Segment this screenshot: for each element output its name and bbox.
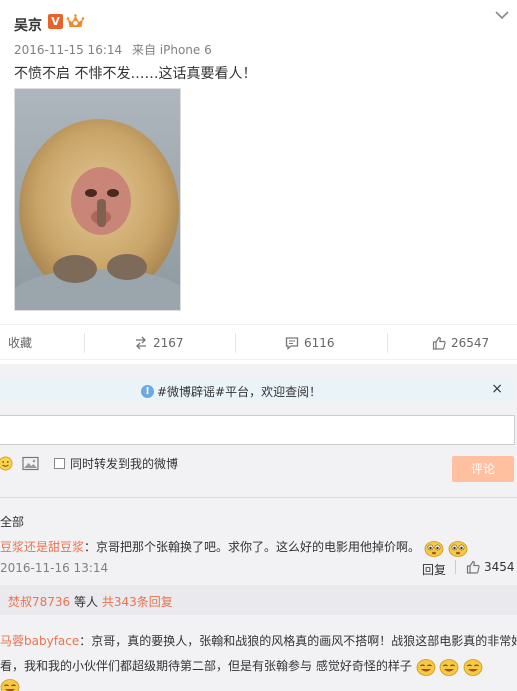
comment-body: 马蓉babyface：京哥，真的要换人，张翰和战狼的风格真的画风不搭啊！战狼这部… [0,632,517,649]
sub-replies-box[interactable]: 焚叔78736 等人 共343条回复 [0,585,517,615]
close-icon[interactable]: × [491,381,503,397]
post-image[interactable] [14,88,181,311]
comment-button[interactable]: 6116 [285,325,335,361]
sub-reply-count[interactable]: 共343条回复 [102,595,173,609]
comment-icon [285,337,299,350]
rumor-notice-banner: ! #微博辟谣#平台，欢迎查阅！ × [0,378,515,402]
divider [0,497,517,498]
comment-count: 6116 [304,336,335,350]
divider [455,560,456,574]
action-divider [235,333,236,353]
comment-username[interactable]: 豆浆还是甜豆浆 [0,540,84,554]
comment-body-continued: 看，我和我的小伙伴们都超级期待第二部，但是有张翰参与 感觉好奇怪的样子 [0,657,483,676]
sub-reply-connector: 等人 [70,595,102,609]
image-icon[interactable] [22,456,39,471]
laughing-emoji-icon [463,658,483,676]
member-crown-icon [66,14,85,27]
comment-text: ：京哥，真的要换人，张翰和战狼的风格真的画风不搭啊！战狼这部电影真的非常好 [79,634,517,648]
thumbs-up-icon [466,560,480,574]
like-count: 26547 [451,336,490,350]
sub-replies-summary: 焚叔78736 等人 共343条回复 [8,593,173,610]
crying-emoji-icon [448,540,468,557]
laughing-emoji-icon [0,679,20,691]
post-timestamp[interactable]: 2016-11-15 16:14 [14,43,122,57]
action-divider [387,333,388,353]
verified-badge-icon: V [48,14,63,29]
comment-input[interactable] [0,415,515,445]
reply-button[interactable]: 回复 [422,561,446,578]
laughing-emoji-icon [440,658,459,676]
emoji-icon[interactable] [0,456,13,471]
favorite-button[interactable]: 收藏 [8,325,32,361]
comment-text: 看，我和我的小伙伴们都超级期待第二部，但是有张翰参与 感觉好奇怪的样子 [0,659,412,673]
crying-emoji-icon [424,540,444,557]
post-meta: 2016-11-15 16:14 来自 iPhone 6 [14,41,212,58]
thumbs-up-icon [432,336,446,350]
monkey-photo [15,89,180,310]
post-action-bar: 收藏 2167 6116 26547 [0,324,517,360]
like-button[interactable]: 26547 [432,325,489,361]
info-icon: ! [141,385,154,398]
repost-checkbox[interactable] [54,458,65,469]
post-source: 来自 iPhone 6 [131,43,212,57]
repost-icon [136,336,146,350]
action-divider [84,333,85,353]
comment-body-continued [0,678,20,691]
comment-text: ：京哥把那个张翰换了吧。求你了。这么好的电影用他掉价啊。 [84,540,421,554]
comment-time: 2016-11-16 13:14 [0,561,109,575]
weibo-post: 吴京 V 2016-11-15 16:14 来自 iPhone 6 不愤不启 不… [0,0,517,322]
sub-reply-user[interactable]: 焚叔78736 [8,595,70,609]
comment-username[interactable]: 马蓉babyface [0,634,79,648]
repost-button[interactable]: 2167 [134,325,184,361]
notice-content: ! #微博辟谣#平台，欢迎查阅！ [141,383,321,400]
chevron-down-icon[interactable] [495,10,509,20]
comment-like-button[interactable]: 3454 [466,560,515,574]
repost-label: 同时转发到我的微博 [70,457,179,471]
favorite-label: 收藏 [8,336,33,350]
repost-count: 2167 [153,336,184,350]
comment-body: 豆浆还是甜豆浆：京哥把那个张翰换了吧。求你了。这么好的电影用他掉价啊。 [0,538,468,557]
laughing-emoji-icon [416,658,436,676]
author-name[interactable]: 吴京 [14,15,42,35]
submit-comment-button[interactable]: 评论 [452,456,514,482]
comments-panel: ! #微博辟谣#平台，欢迎查阅！ × 同时转发到我的微博 评论 全部 豆浆还是甜… [0,364,517,691]
notice-text[interactable]: #微博辟谣#平台，欢迎查阅！ [157,383,321,400]
comment-like-count: 3454 [484,560,515,574]
comments-filter-all[interactable]: 全部 [0,513,24,530]
post-text: 不愤不启 不悱不发……这话真要看人！ [14,66,257,82]
composer-toolbar: 同时转发到我的微博 [0,454,517,480]
